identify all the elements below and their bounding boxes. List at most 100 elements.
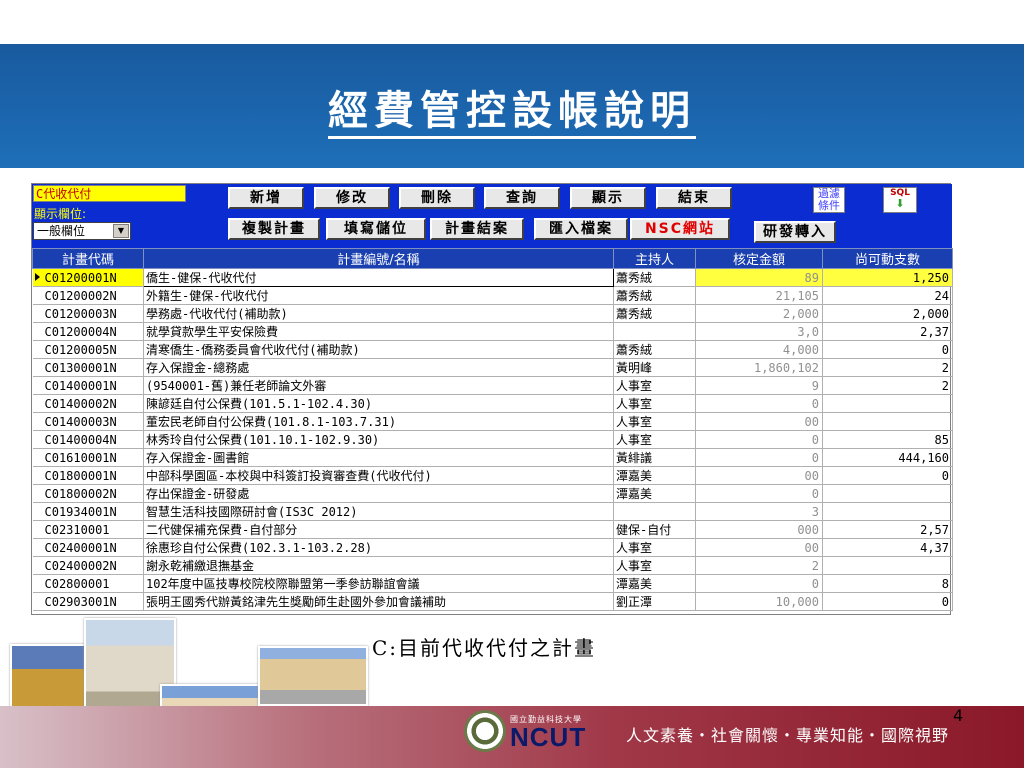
pi-cell[interactable]: 人事室 (613, 556, 696, 575)
name-cell[interactable]: 徐惠珍自付公保費(102.3.1-103.2.28) (143, 538, 614, 557)
code-cell[interactable]: C01200005N (32, 340, 144, 359)
rd-import-button[interactable]: 研發轉入 (754, 221, 836, 243)
code-cell[interactable]: C01610001N (32, 448, 144, 467)
name-cell[interactable]: 學務處-代收代付(補助款) (143, 304, 614, 323)
amount-cell[interactable]: 10,000 (695, 592, 823, 611)
name-cell[interactable]: 就學貸款學生平安保險費 (143, 322, 614, 341)
table-row[interactable]: C01400002N 陳諺廷自付公保費(101.5.1-102.4.30) 人事室 0 (32, 394, 953, 413)
edit-button[interactable]: 修改 (314, 187, 390, 209)
balance-cell[interactable]: 444,160 (822, 448, 953, 467)
balance-cell[interactable] (822, 484, 953, 503)
amount-cell[interactable]: 21,105 (695, 286, 823, 305)
pi-cell[interactable] (613, 502, 696, 521)
name-cell[interactable]: 僑生-健保-代收代付 (143, 268, 614, 287)
balance-cell[interactable]: 85 (822, 430, 953, 449)
table-row[interactable]: C02903001N 張明王國秀代辦黃銘津先生獎勵師生赴國外參加會議補助 劉正潭 10… (32, 592, 953, 611)
code-cell[interactable]: C01400001N (32, 376, 144, 395)
amount-cell[interactable]: 4,000 (695, 340, 823, 359)
table-row[interactable]: C01400004N 林秀玲自付公保費(101.10.1-102.9.30) 人事室… (32, 430, 953, 449)
balance-cell[interactable] (822, 412, 953, 431)
code-cell[interactable]: C01400002N (32, 394, 144, 413)
table-row[interactable]: C01400003N 董宏民老師自付公保費(101.8.1-103.7.31) 人事… (32, 412, 953, 431)
amount-cell[interactable]: 00 (695, 412, 823, 431)
amount-cell[interactable]: 00 (695, 538, 823, 557)
pi-cell[interactable]: 蕭秀絨 (613, 268, 696, 287)
table-row[interactable]: C01200005N 清寒僑生-僑務委員會代收代付(補助款) 蕭秀絨 4,000 0 (32, 340, 953, 359)
amount-cell[interactable]: 000 (695, 520, 823, 539)
name-cell[interactable]: 清寒僑生-僑務委員會代收代付(補助款) (143, 340, 614, 359)
amount-cell[interactable]: 3 (695, 502, 823, 521)
balance-cell[interactable] (822, 394, 953, 413)
column-header-balance[interactable]: 尚可動支數 (822, 248, 953, 269)
copy-plan-button[interactable]: 複製計畫 (228, 218, 320, 240)
column-header-pi[interactable]: 主持人 (613, 248, 696, 269)
chevron-down-icon[interactable]: ▼ (113, 224, 129, 238)
code-cell[interactable]: C01200004N (32, 322, 144, 341)
amount-cell[interactable]: 2,000 (695, 304, 823, 323)
amount-cell[interactable]: 0 (695, 484, 823, 503)
balance-cell[interactable]: 8 (822, 574, 953, 593)
table-row[interactable]: C02310001 二代健保補充保費-自付部分 健保-自付 000 2,57 (32, 520, 953, 539)
pi-cell[interactable]: 健保-自付 (613, 520, 696, 539)
balance-cell[interactable]: 2,37 (822, 322, 953, 341)
name-cell[interactable]: 存入保證金-總務處 (143, 358, 614, 377)
code-cell[interactable]: C01800002N (32, 484, 144, 503)
code-cell[interactable]: C01934001N (32, 502, 144, 521)
table-row[interactable]: C01200003N 學務處-代收代付(補助款) 蕭秀絨 2,000 2,000 (32, 304, 953, 323)
pi-cell[interactable]: 劉正潭 (613, 592, 696, 611)
column-header-code[interactable]: 計畫代碼 (32, 248, 144, 269)
add-button[interactable]: 新增 (228, 187, 304, 209)
balance-cell[interactable]: 2,000 (822, 304, 953, 323)
name-cell[interactable]: 智慧生活科技國際研討會(IS3C 2012) (143, 502, 614, 521)
filter-button[interactable]: 過濾條件 (813, 187, 845, 213)
pi-cell[interactable]: 人事室 (613, 412, 696, 431)
table-row[interactable]: C01200001N 僑生-健保-代收代付 蕭秀絨 89 1,250 (32, 268, 953, 287)
name-cell[interactable]: 存入保證金-圖書館 (143, 448, 614, 467)
balance-cell[interactable]: 2 (822, 358, 953, 377)
code-cell[interactable]: C01300001N (32, 358, 144, 377)
display-button[interactable]: 顯示 (570, 187, 646, 209)
table-row[interactable]: C01800001N 中部科學園區-本校與中科簽訂投資審查費(代收代付) 潭嘉美 00… (32, 466, 953, 485)
import-file-button[interactable]: 匯入檔案 (534, 218, 628, 240)
pi-cell[interactable]: 蕭秀絨 (613, 304, 696, 323)
table-row[interactable]: C01800002N 存出保證金-研發處 潭嘉美 0 (32, 484, 953, 503)
table-row[interactable]: C02400002N 謝永乾補繳退撫基金 人事室 2 (32, 556, 953, 575)
name-cell[interactable]: 外籍生-健保-代收代付 (143, 286, 614, 305)
sql-button[interactable]: SQL ⬇ (883, 187, 917, 213)
pi-cell[interactable]: 人事室 (613, 538, 696, 557)
code-cell[interactable]: C01800001N (32, 466, 144, 485)
balance-cell[interactable]: 0 (822, 466, 953, 485)
pi-cell[interactable]: 黃緋議 (613, 448, 696, 467)
code-cell[interactable]: C02400002N (32, 556, 144, 575)
pi-cell[interactable]: 人事室 (613, 394, 696, 413)
delete-button[interactable]: 刪除 (399, 187, 475, 209)
table-row[interactable]: C01610001N 存入保證金-圖書館 黃緋議 0 444,160 (32, 448, 953, 467)
code-cell[interactable]: C01400003N (32, 412, 144, 431)
name-cell[interactable]: 二代健保補充保費-自付部分 (143, 520, 614, 539)
amount-cell[interactable]: 3,0 (695, 322, 823, 341)
pi-cell[interactable]: 蕭秀絨 (613, 286, 696, 305)
table-row[interactable]: C01300001N 存入保證金-總務處 黃明峰 1,860,102 2 (32, 358, 953, 377)
amount-cell[interactable]: 89 (695, 268, 823, 287)
balance-cell[interactable]: 0 (822, 592, 953, 611)
amount-cell[interactable]: 2 (695, 556, 823, 575)
table-row[interactable]: C01934001N 智慧生活科技國際研討會(IS3C 2012) 3 (32, 502, 953, 521)
code-cell[interactable]: C02400001N (32, 538, 144, 557)
close-plan-button[interactable]: 計畫結案 (430, 218, 524, 240)
code-cell[interactable]: C02903001N (32, 592, 144, 611)
pi-cell[interactable]: 潭嘉美 (613, 466, 696, 485)
table-row[interactable]: C02800001 102年度中區技專校院校際聯盟第一季參訪聯誼會議 潭嘉美 0 8 (32, 574, 953, 593)
pi-cell[interactable]: 蕭秀絨 (613, 340, 696, 359)
display-field-select[interactable]: 一般欄位 ▼ (33, 222, 131, 240)
column-header-name[interactable]: 計畫編號/名稱 (143, 248, 614, 269)
pi-cell[interactable]: 人事室 (613, 430, 696, 449)
nsc-website-button[interactable]: NSC網站 (630, 218, 730, 240)
query-button[interactable]: 查詢 (484, 187, 560, 209)
balance-cell[interactable] (822, 556, 953, 575)
balance-cell[interactable] (822, 502, 953, 521)
code-cell[interactable]: C01200001N (32, 268, 144, 287)
balance-cell[interactable]: 24 (822, 286, 953, 305)
name-cell[interactable]: 中部科學園區-本校與中科簽訂投資審查費(代收代付) (143, 466, 614, 485)
code-cell[interactable]: C02310001 (32, 520, 144, 539)
code-cell[interactable]: C01200002N (32, 286, 144, 305)
